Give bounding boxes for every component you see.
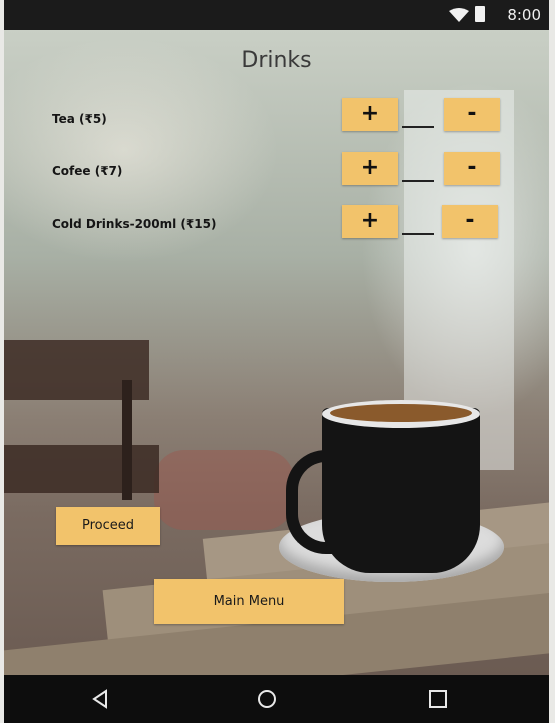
cold-drinks-minus-button[interactable]: -: [442, 205, 498, 238]
cofee-plus-button[interactable]: +: [342, 152, 398, 185]
back-icon[interactable]: [90, 689, 110, 709]
status-bar: 8:00: [4, 0, 549, 30]
item-label-tea: Tea (₹5): [52, 112, 107, 126]
main-menu-button[interactable]: Main Menu: [154, 579, 344, 624]
cold-drinks-plus-button[interactable]: +: [342, 205, 398, 238]
recents-icon[interactable]: [428, 689, 448, 709]
proceed-button[interactable]: Proceed: [56, 507, 160, 545]
item-label-cofee: Cofee (₹7): [52, 164, 123, 178]
cofee-minus-button[interactable]: -: [444, 152, 500, 185]
item-label-cold-drinks: Cold Drinks-200ml (₹15): [52, 217, 217, 231]
tea-quantity: [402, 126, 434, 128]
page-title: Drinks: [241, 48, 312, 73]
clock: 8:00: [507, 6, 541, 24]
tea-plus-button[interactable]: +: [342, 98, 398, 131]
tea-minus-button[interactable]: -: [444, 98, 500, 131]
drinks-screen: Drinks Tea (₹5) + - Cofee (₹7) + - Cold …: [4, 30, 549, 675]
wifi-icon: [449, 8, 469, 22]
cofee-quantity: [402, 180, 434, 182]
battery-icon: [475, 6, 485, 22]
home-icon[interactable]: [257, 689, 277, 709]
phone-screen: 8:00 Drinks Tea (₹5) + - Cofee (₹7) + - …: [4, 0, 549, 723]
navigation-bar: [4, 675, 549, 723]
cold-drinks-quantity: [402, 233, 434, 235]
